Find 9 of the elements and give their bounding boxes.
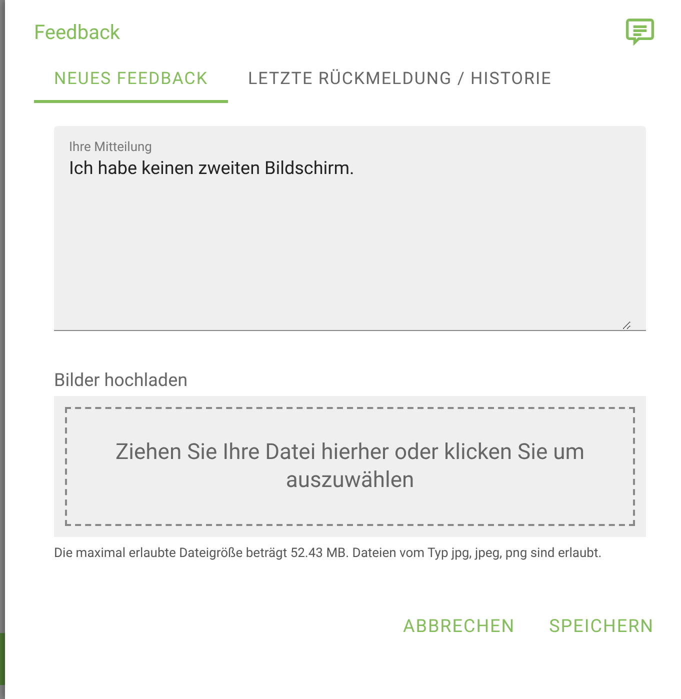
message-field[interactable]: Ihre Mitteilung Ich habe keinen zweiten Bildschirm. bbox=[54, 126, 646, 331]
dialog-title: Feedback bbox=[34, 18, 120, 46]
upload-label: Bilder hochladen bbox=[54, 369, 189, 393]
field-label: Ihre Mitteilung bbox=[69, 140, 153, 156]
upload-hint: Die maximal erlaubte Dateigröße beträgt 52.43 MB. Dateien vom Typ jpg, jpeg, png sind erlaubt. bbox=[54, 546, 603, 561]
tab[interactable]: LETZTE RÜCKMELDUNG / HISTORIE bbox=[228, 60, 572, 103]
dropzone-text: Ziehen Sie Ihre Datei hierher oder klicken Sie um auszuwählen bbox=[114, 438, 586, 494]
chat-icon bbox=[624, 16, 656, 48]
dropzone[interactable]: Ziehen Sie Ihre Datei hierher oder klicken Sie um auszuwählen bbox=[54, 396, 646, 537]
